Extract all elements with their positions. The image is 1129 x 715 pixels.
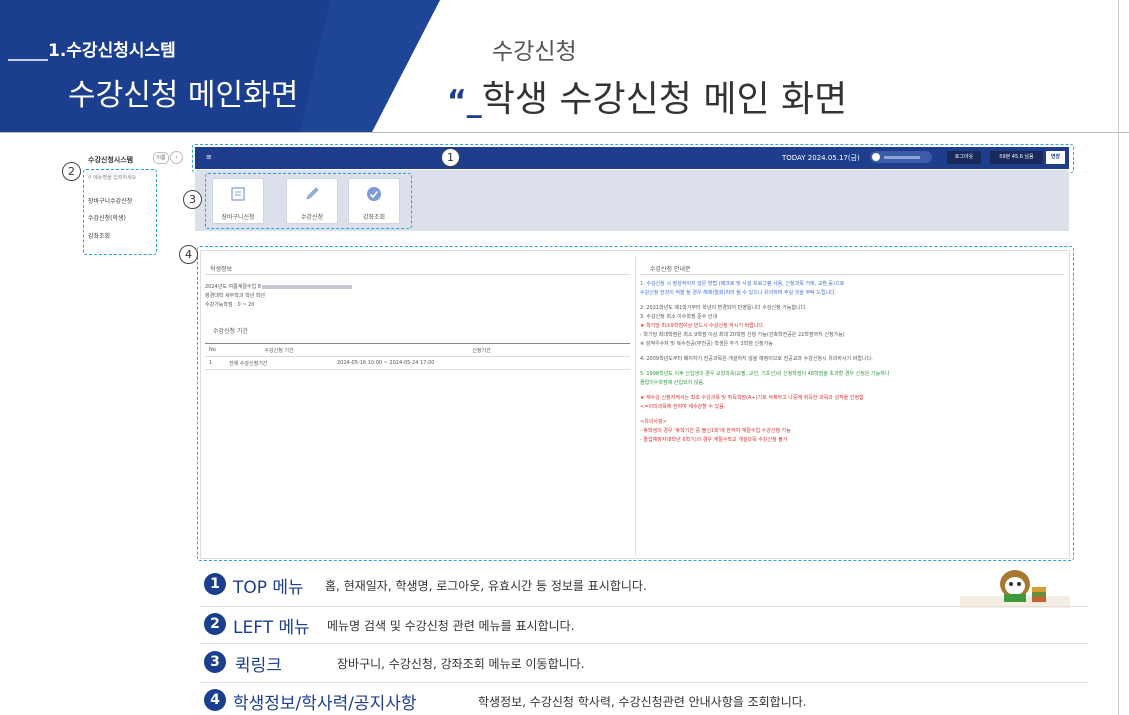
legend-desc-quicklink: 장바구니, 수강신청, 강좌조회 메뉴로 이동합니다. — [337, 657, 585, 671]
legend-heading-top: TOP 메뉴 — [233, 578, 304, 598]
quote-icon: “ — [447, 84, 467, 119]
callout-box-4 — [197, 246, 1074, 561]
callout-badge-3: 3 — [183, 190, 202, 209]
callout-box-3 — [205, 173, 412, 229]
legend-heading-left: LEFT 메뉴 — [233, 618, 310, 638]
left-menu-title: 수강신청시스템 — [88, 156, 134, 164]
divider — [1118, 0, 1119, 715]
page-title: “_학생 수강신청 메인 화면 — [447, 79, 848, 120]
legend-heading-quicklink: 퀵링크 — [235, 656, 282, 676]
divider — [200, 682, 1088, 683]
legend-number-2: 2 — [204, 613, 226, 635]
callout-badge-1: 1 — [441, 148, 460, 167]
menu-toggle-button[interactable]: 이름 — [153, 152, 169, 164]
divider — [0, 132, 1129, 133]
section-heading: 1.수강신청시스템 — [48, 41, 176, 61]
page-subtitle: 수강신청 — [492, 39, 577, 65]
callout-badge-4: 4 — [179, 245, 198, 264]
legend-heading-info: 학생정보/학사력/공지사항 — [233, 694, 417, 714]
legend-desc-top: 홈, 현재일자, 학생명, 로그아웃, 유효시간 등 정보를 표시합니다. — [325, 579, 647, 593]
divider — [200, 643, 1088, 644]
callout-box-1 — [192, 144, 1074, 173]
divider — [200, 606, 1088, 607]
legend-number-3: 3 — [204, 651, 226, 673]
legend-number-4: 4 — [204, 689, 226, 711]
legend-number-1: 1 — [204, 573, 226, 595]
section-page-name: 수강신청 메인화면 — [68, 78, 299, 113]
legend-desc-info: 학생정보, 수강신청 학사력, 수강신청관련 안내사항을 조회합니다. — [478, 695, 807, 709]
callout-badge-2: 2 — [62, 162, 81, 181]
collapse-icon[interactable]: ‹ — [170, 151, 183, 164]
mascot-illustration — [960, 570, 1070, 608]
callout-box-2 — [83, 169, 157, 255]
legend-desc-left: 메뉴명 검색 및 수강신청 관련 메뉴를 표시합니다. — [327, 619, 575, 633]
